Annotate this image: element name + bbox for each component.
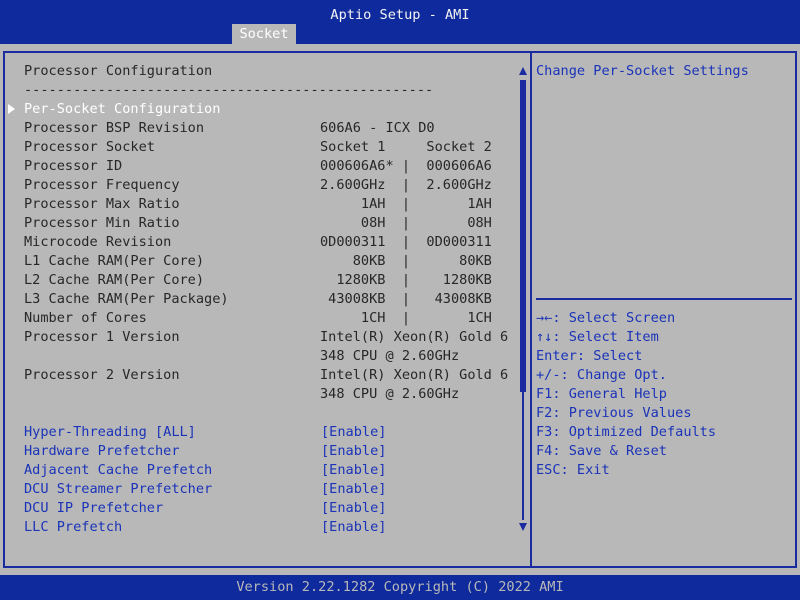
footer-bar: Version 2.22.1282 Copyright (C) 2022 AMI [0, 575, 800, 600]
info-label: L2 Cache RAM(Per Core) [24, 272, 205, 288]
help-key: F3: Optimized Defaults [536, 424, 717, 440]
scroll-up-arrow-icon[interactable] [519, 67, 527, 75]
info-label: Processor 2 Version [24, 367, 180, 383]
tab-socket[interactable]: Socket [232, 24, 296, 44]
info-label: Processor Socket [24, 139, 155, 155]
section-separator: ----------------------------------------… [24, 82, 434, 98]
info-value: 2.600GHz | 2.600GHz [320, 177, 492, 193]
scroll-down-arrow-icon[interactable] [519, 523, 527, 531]
help-key: ESC: Exit [536, 462, 610, 478]
option-hyper-threading-value[interactable]: [Enable] [321, 423, 386, 442]
help-key: F2: Previous Values [536, 405, 692, 421]
info-value: 1AH | 1AH [320, 196, 492, 212]
help-key: ↑↓: Select Item [536, 329, 659, 345]
option-adjacent-cache-prefetch[interactable]: Adjacent Cache Prefetch [24, 461, 212, 480]
info-value: 1CH | 1CH [320, 310, 492, 326]
info-value: 606A6 - ICX D0 [320, 120, 435, 136]
info-label: L1 Cache RAM(Per Core) [24, 253, 205, 269]
option-llc-prefetch[interactable]: LLC Prefetch [24, 518, 122, 537]
info-label: Processor ID [24, 158, 123, 174]
footer-copyright: Version 2.22.1282 Copyright (C) 2022 AMI [236, 579, 564, 595]
help-key: Enter: Select [536, 348, 643, 364]
info-label: Number of Cores [24, 310, 147, 326]
info-label: Processor Frequency [24, 177, 180, 193]
option-hardware-prefetcher[interactable]: Hardware Prefetcher [24, 442, 180, 461]
help-key: F1: General Help [536, 386, 667, 402]
option-hardware-prefetcher-value[interactable]: [Enable] [321, 442, 386, 461]
info-value: 43008KB | 43008KB [320, 291, 492, 307]
info-value: 348 CPU @ 2.60GHz [320, 386, 460, 402]
pane-divider [530, 51, 532, 568]
info-value: 0D000311 | 0D000311 [320, 234, 492, 250]
info-value: Intel(R) Xeon(R) Gold 6 [320, 367, 509, 383]
option-dcu-streamer-prefetcher-value[interactable]: [Enable] [321, 480, 386, 499]
info-value: 348 CPU @ 2.60GHz [320, 348, 460, 364]
info-label: L3 Cache RAM(Per Package) [24, 291, 229, 307]
info-value: Intel(R) Xeon(R) Gold 6 [320, 329, 509, 345]
option-dcu-ip-prefetcher-value[interactable]: [Enable] [321, 499, 386, 518]
info-label: Processor 1 Version [24, 329, 180, 345]
help-key: →←: Select Screen [536, 310, 676, 326]
option-adjacent-cache-prefetch-value[interactable]: [Enable] [321, 461, 386, 480]
option-hyper-threading[interactable]: Hyper-Threading [ALL] [24, 423, 196, 442]
app-title: Aptio Setup - AMI [330, 7, 470, 23]
scroll-thumb[interactable] [520, 80, 526, 392]
info-label: Processor Max Ratio [24, 196, 180, 212]
info-label: Microcode Revision [24, 234, 172, 250]
scrollbar[interactable] [518, 66, 528, 532]
info-value: 1280KB | 1280KB [320, 272, 492, 288]
submenu-arrow-icon [8, 104, 15, 114]
info-value: Socket 1 Socket 2 [320, 139, 492, 155]
info-label: Processor BSP Revision [24, 120, 205, 136]
info-value: 000606A6* | 000606A6 [320, 158, 492, 174]
help-description: Change Per-Socket Settings [536, 63, 749, 79]
submenu-per-socket-configuration[interactable]: Per-Socket Configuration [24, 100, 220, 119]
section-title: Processor Configuration [24, 63, 213, 79]
option-dcu-streamer-prefetcher[interactable]: DCU Streamer Prefetcher [24, 480, 212, 499]
info-value: 08H | 08H [320, 215, 492, 231]
option-dcu-ip-prefetcher[interactable]: DCU IP Prefetcher [24, 499, 163, 518]
info-value: 80KB | 80KB [320, 253, 492, 269]
help-key: F4: Save & Reset [536, 443, 667, 459]
info-label: Processor Min Ratio [24, 215, 180, 231]
help-key: +/-: Change Opt. [536, 367, 667, 383]
help-divider [536, 298, 792, 300]
title-bar: Aptio Setup - AMI Socket [0, 0, 800, 44]
option-llc-prefetch-value[interactable]: [Enable] [321, 518, 386, 537]
